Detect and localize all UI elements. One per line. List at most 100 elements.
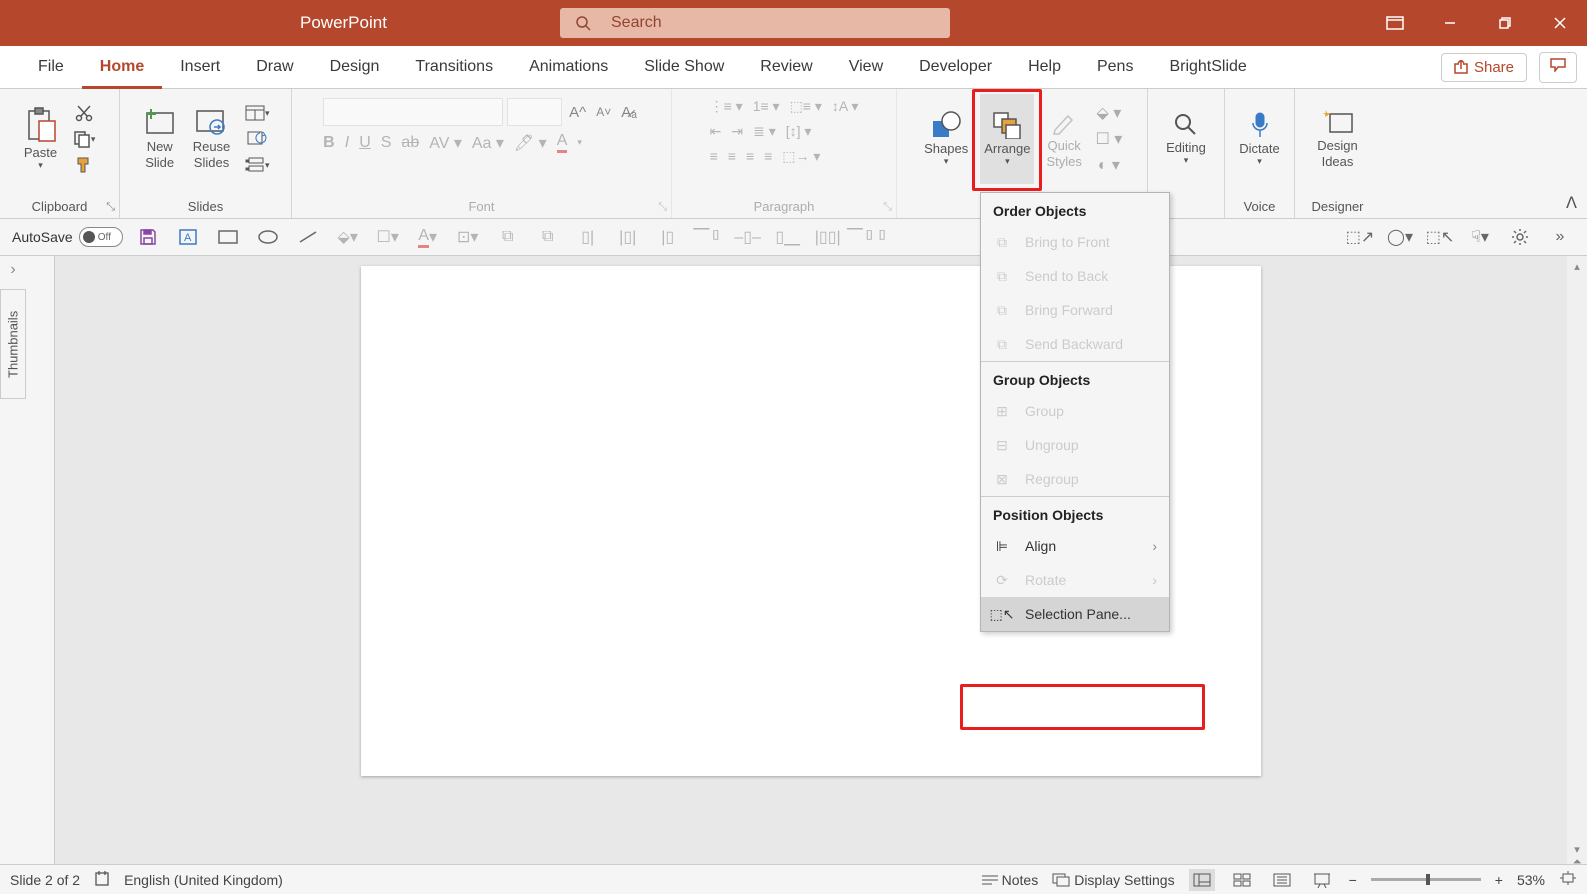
qat-align-center[interactable]: |▯| — [613, 223, 643, 251]
text-direction-button[interactable]: [↕] ▾ — [786, 123, 812, 140]
arrange-button[interactable]: Arrange ▾ — [980, 94, 1034, 184]
scroll-up-icon[interactable]: ▴ — [1574, 260, 1580, 273]
section-button[interactable]: ▾ — [242, 154, 272, 176]
qat-shape-outline[interactable]: ☐▾ — [373, 223, 403, 251]
tab-file[interactable]: File — [20, 46, 82, 89]
tab-review[interactable]: Review — [742, 46, 830, 89]
decrease-font-icon[interactable]: A˅ — [593, 105, 614, 119]
tab-slideshow[interactable]: Slide Show — [626, 46, 742, 89]
tab-pens[interactable]: Pens — [1079, 46, 1151, 89]
qat-rectangle[interactable] — [213, 223, 243, 251]
dictate-button[interactable]: Dictate ▾ — [1235, 94, 1283, 184]
tab-insert[interactable]: Insert — [162, 46, 238, 89]
bold-button[interactable]: B — [323, 134, 335, 152]
zoom-out-button[interactable]: − — [1349, 872, 1357, 888]
qat-custom2[interactable]: ◯▾ — [1385, 223, 1415, 251]
qat-custom1[interactable]: ⬚↗ — [1345, 223, 1375, 251]
strikethrough-button[interactable]: ab — [401, 134, 419, 152]
clipboard-dialog-launcher[interactable]: ⤡ — [106, 201, 115, 214]
fit-to-window-button[interactable] — [1559, 871, 1577, 888]
qat-shape-fill[interactable]: ⬙▾ — [333, 223, 363, 251]
ribbon-display-options[interactable] — [1367, 0, 1422, 46]
thumbnails-expand-chevron[interactable]: › — [0, 256, 26, 279]
qat-align-left[interactable]: ▯| — [573, 223, 603, 251]
dropdown-regroup[interactable]: ⊠Regroup — [981, 462, 1169, 496]
shape-outline-button[interactable]: ☐ ▾ — [1094, 128, 1124, 150]
zoom-in-button[interactable]: + — [1495, 872, 1503, 888]
editing-button[interactable]: Editing ▾ — [1162, 94, 1210, 184]
autosave-toggle[interactable]: AutoSave Off — [12, 227, 123, 247]
qat-align-middle[interactable]: –▯– — [733, 223, 763, 251]
list-level-button[interactable]: ⬚≡ ▾ — [790, 98, 822, 115]
shadow-button[interactable]: S — [381, 134, 392, 152]
tab-help[interactable]: Help — [1010, 46, 1079, 89]
zoom-level[interactable]: 53% — [1517, 872, 1545, 888]
numbering-button[interactable]: 1≡ ▾ — [753, 98, 780, 115]
zoom-slider[interactable] — [1371, 878, 1481, 881]
bullets-button[interactable]: ⋮≡ ▾ — [710, 98, 743, 115]
shape-effects-button[interactable]: ◐ ▾ — [1094, 154, 1124, 176]
justify-button[interactable]: ≡ — [764, 148, 772, 165]
tab-transitions[interactable]: Transitions — [397, 46, 511, 89]
qat-settings[interactable] — [1505, 223, 1535, 251]
shape-fill-button[interactable]: ⬙ ▾ — [1094, 102, 1124, 124]
align-center-button[interactable]: ≡ — [728, 148, 736, 165]
increase-font-icon[interactable]: A^ — [566, 104, 589, 121]
tab-draw[interactable]: Draw — [238, 46, 311, 89]
reading-view-button[interactable] — [1269, 869, 1295, 891]
italic-button[interactable]: I — [345, 134, 349, 152]
slide-sorter-button[interactable] — [1229, 869, 1255, 891]
underline-button[interactable]: U — [359, 134, 371, 152]
tab-design[interactable]: Design — [312, 46, 398, 89]
align-right-button[interactable]: ≡ — [746, 148, 754, 165]
font-size-selector[interactable] — [507, 98, 562, 126]
qat-align-right[interactable]: |▯ — [653, 223, 683, 251]
columns-button[interactable]: ≣ ▾ — [753, 123, 776, 140]
scroll-down-icon[interactable]: ▾ — [1574, 843, 1580, 856]
qat-oval[interactable] — [253, 223, 283, 251]
smartart-button[interactable]: ⬚→ ▾ — [782, 148, 820, 165]
font-color-button[interactable]: A — [557, 132, 568, 153]
line-spacing-button[interactable]: ↕A ▾ — [832, 98, 858, 115]
language-indicator[interactable]: English (United Kingdom) — [124, 872, 283, 888]
display-settings-button[interactable]: Display Settings — [1052, 872, 1174, 888]
dropdown-ungroup[interactable]: ⊟Ungroup — [981, 428, 1169, 462]
qat-custom4[interactable]: ☟▾ — [1465, 223, 1495, 251]
format-painter-button[interactable] — [69, 154, 99, 176]
qat-align-objects[interactable]: ⊡▾ — [453, 223, 483, 251]
qat-group2[interactable]: ⧉ — [533, 223, 563, 251]
qat-more[interactable]: » — [1545, 223, 1575, 251]
slideshow-view-button[interactable] — [1309, 869, 1335, 891]
dropdown-group[interactable]: ⊞Group — [981, 394, 1169, 428]
change-case-button[interactable]: Aa ▾ — [472, 133, 504, 153]
increase-indent-button[interactable]: ⇥ — [731, 123, 743, 140]
dropdown-bring-forward[interactable]: ⧉Bring Forward — [981, 293, 1169, 327]
dropdown-rotate[interactable]: ⟳Rotate› — [981, 563, 1169, 597]
dropdown-align[interactable]: ⊫Align› — [981, 529, 1169, 563]
vertical-scrollbar[interactable]: ▴ ▾ ⏶ ⏷ — [1567, 256, 1587, 886]
qat-line[interactable] — [293, 223, 323, 251]
qat-font-color[interactable]: A▾ — [413, 223, 443, 251]
shapes-button[interactable]: Shapes ▾ — [920, 94, 972, 184]
collapse-ribbon-button[interactable]: ᐱ — [1566, 193, 1577, 213]
qat-textbox[interactable]: A — [173, 223, 203, 251]
dropdown-bring-to-front[interactable]: ⧉Bring to Front — [981, 225, 1169, 259]
save-button[interactable] — [133, 223, 163, 251]
tab-home[interactable]: Home — [82, 46, 162, 89]
character-spacing-button[interactable]: AV ▾ — [429, 133, 462, 153]
tab-brightslide[interactable]: BrightSlide — [1151, 46, 1264, 89]
close-button[interactable] — [1532, 0, 1587, 46]
paragraph-dialog-launcher[interactable]: ⤡ — [883, 201, 892, 214]
paste-button[interactable]: Paste ▾ — [20, 94, 61, 184]
qat-dist-h[interactable]: |▯▯| — [813, 223, 843, 251]
dropdown-send-to-back[interactable]: ⧉Send to Back — [981, 259, 1169, 293]
design-ideas-button[interactable]: Design Ideas — [1313, 94, 1361, 184]
quick-styles-button[interactable]: Quick Styles — [1042, 94, 1085, 184]
align-left-button[interactable]: ≡ — [710, 148, 718, 165]
font-selector[interactable] — [323, 98, 503, 126]
tab-animations[interactable]: Animations — [511, 46, 626, 89]
cut-button[interactable] — [69, 102, 99, 124]
maximize-button[interactable] — [1477, 0, 1532, 46]
decrease-indent-button[interactable]: ⇤ — [710, 123, 722, 140]
highlight-button[interactable]: 🖊 ▾ — [514, 133, 547, 153]
